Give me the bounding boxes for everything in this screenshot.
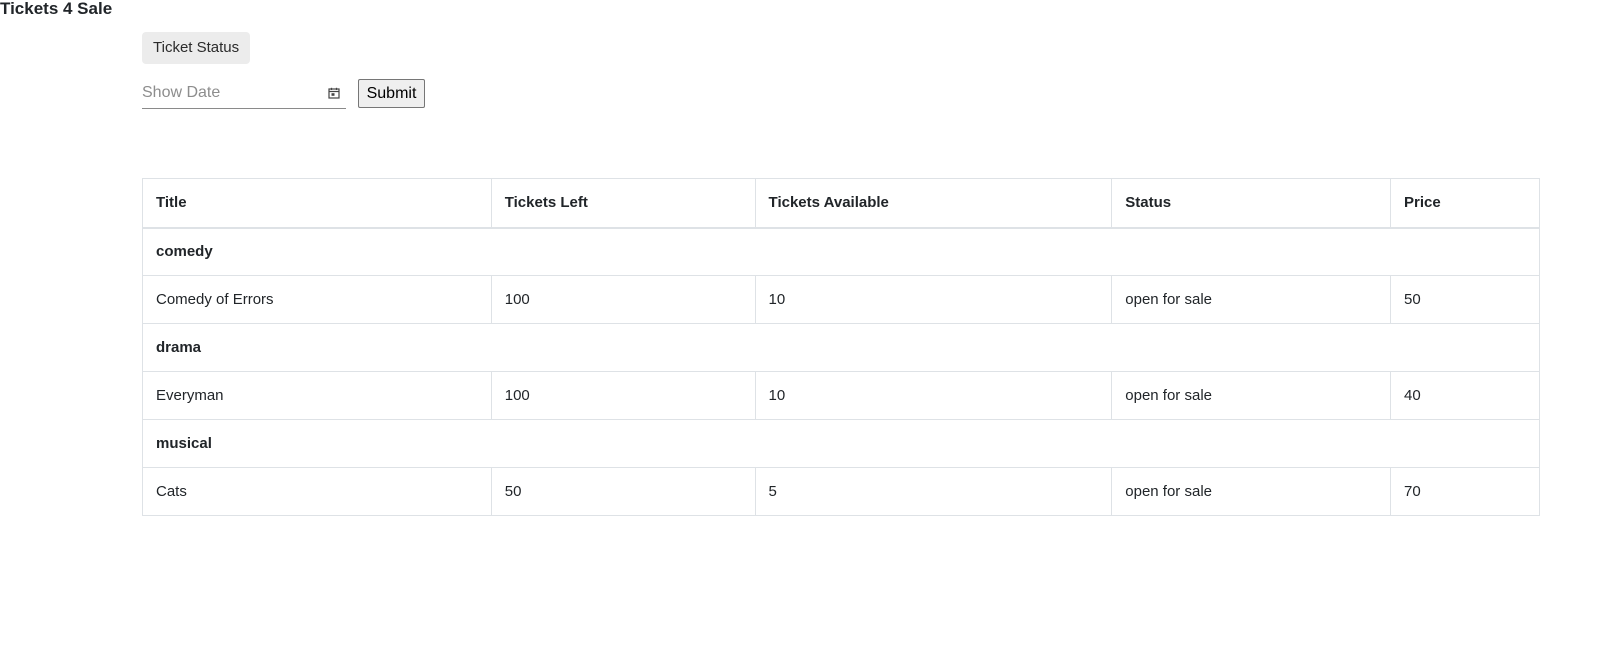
cell-tickets-available: 10 <box>754 371 1113 420</box>
table-row: Comedy of Errors 100 10 open for sale 50 <box>142 275 1540 324</box>
cell-title: Everyman <box>142 371 492 420</box>
table-body: comedy Comedy of Errors 100 10 open for … <box>142 227 1540 516</box>
cell-status: open for sale <box>1111 371 1392 420</box>
ticket-status-button[interactable]: Ticket Status <box>142 32 251 64</box>
show-date-input[interactable] <box>142 80 318 106</box>
column-header-tickets-available: Tickets Available <box>754 178 1113 229</box>
column-header-tickets-left: Tickets Left <box>490 178 756 229</box>
group-label: drama <box>142 323 1540 372</box>
group-row: drama <box>142 323 1540 372</box>
submit-button[interactable]: Submit <box>358 79 425 108</box>
page-title: Tickets 4 Sale <box>0 0 113 18</box>
calendar-icon[interactable] <box>328 87 340 99</box>
cell-tickets-available: 10 <box>754 275 1113 324</box>
cell-status: open for sale <box>1111 467 1392 516</box>
group-label: musical <box>142 419 1540 468</box>
table-header: Title Tickets Left Tickets Available Sta… <box>142 178 1540 229</box>
cell-title: Cats <box>142 467 492 516</box>
cell-title: Comedy of Errors <box>142 275 492 324</box>
column-header-status: Status <box>1111 178 1392 229</box>
group-label: comedy <box>142 227 1540 276</box>
column-header-title: Title <box>142 178 492 229</box>
table-header-row: Title Tickets Left Tickets Available Sta… <box>142 178 1540 229</box>
cell-tickets-available: 5 <box>754 467 1113 516</box>
cell-status: open for sale <box>1111 275 1392 324</box>
group-row: comedy <box>142 227 1540 276</box>
page: Tickets 4 Sale Ticket Status Submit Titl… <box>0 0 1597 665</box>
cell-price: 40 <box>1390 371 1540 420</box>
show-date-field[interactable] <box>142 80 346 109</box>
column-header-price: Price <box>1390 178 1540 229</box>
cell-price: 70 <box>1390 467 1540 516</box>
cell-tickets-left: 50 <box>490 467 756 516</box>
table-row: Cats 50 5 open for sale 70 <box>142 467 1540 516</box>
cell-tickets-left: 100 <box>490 371 756 420</box>
tickets-table: Title Tickets Left Tickets Available Sta… <box>142 178 1540 516</box>
cell-tickets-left: 100 <box>490 275 756 324</box>
table-row: Everyman 100 10 open for sale 40 <box>142 371 1540 420</box>
cell-price: 50 <box>1390 275 1540 324</box>
group-row: musical <box>142 419 1540 468</box>
